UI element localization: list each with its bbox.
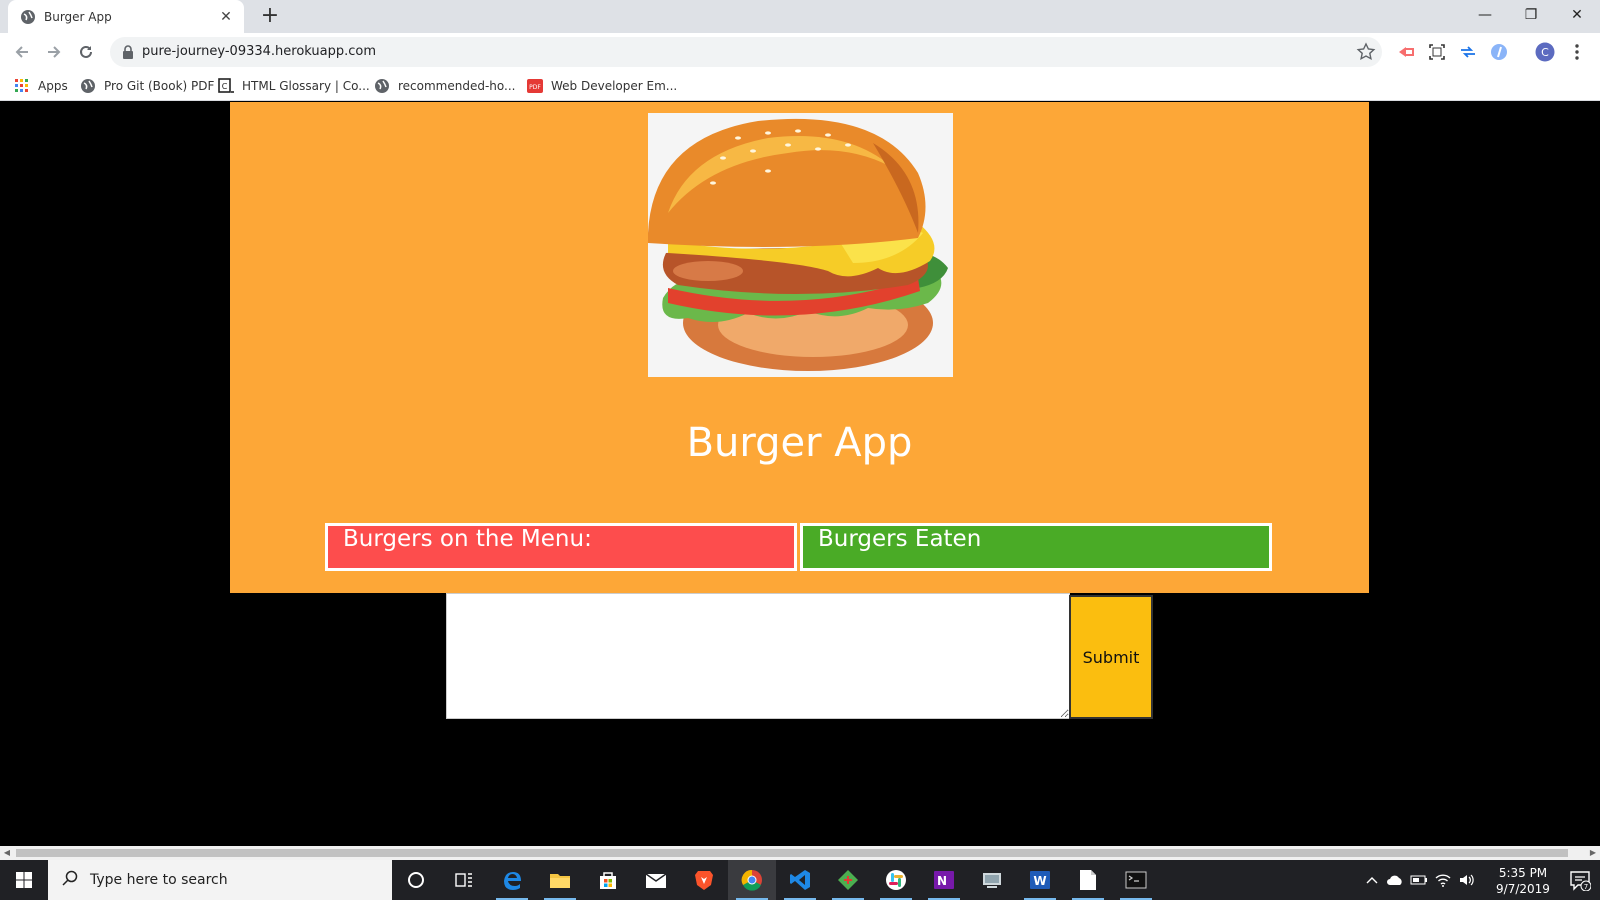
new-tab-button[interactable]: +: [258, 5, 282, 29]
bookmark-label: Pro Git (Book) PDF: [104, 79, 215, 93]
globe-icon: [374, 78, 390, 94]
vscode-icon[interactable]: [776, 860, 824, 900]
extension-circle-icon[interactable]: [1488, 41, 1510, 63]
burgers-eaten-column: Burgers Eaten: [800, 523, 1272, 571]
scroll-left-icon[interactable]: ◀: [0, 846, 14, 860]
search-icon: [62, 870, 78, 890]
clock-date: 9/7/2019: [1496, 882, 1550, 896]
transfer-icon[interactable]: [1457, 41, 1479, 63]
brave-icon[interactable]: [680, 860, 728, 900]
globe-icon: [20, 9, 36, 25]
lock-icon: [120, 44, 136, 60]
file-explorer-icon[interactable]: [536, 860, 584, 900]
burgers-menu-column: Burgers on the Menu:: [325, 523, 797, 571]
burger-name-textarea[interactable]: [446, 593, 1070, 719]
search-placeholder: Type here to search: [90, 872, 228, 888]
bookmark-label: recommended-ho...: [398, 79, 516, 93]
page-title: Burger App: [686, 420, 913, 466]
chrome-icon[interactable]: [728, 860, 776, 900]
scroll-right-icon[interactable]: ▶: [1586, 846, 1600, 860]
bookmark-apps[interactable]: Apps: [14, 77, 68, 95]
header-jumbotron: Burger App Burgers on the Menu: Burgers …: [230, 102, 1369, 593]
burger-image: [648, 113, 953, 377]
wifi-icon[interactable]: [1432, 860, 1454, 900]
submit-button[interactable]: Submit: [1069, 595, 1153, 719]
clock-time: 5:35 PM: [1498, 866, 1548, 880]
notifications-icon[interactable]: 7: [1562, 860, 1598, 900]
notepad-icon[interactable]: [1064, 860, 1112, 900]
horizontal-scrollbar[interactable]: ◀ ▶: [0, 846, 1600, 860]
bookmark-star-icon[interactable]: [1356, 42, 1376, 62]
store-icon[interactable]: [584, 860, 632, 900]
bookmark-recommended[interactable]: recommended-ho...: [374, 77, 516, 95]
network-icon[interactable]: [968, 860, 1016, 900]
menu-kebab-icon[interactable]: [1566, 41, 1588, 63]
volume-icon[interactable]: [1456, 860, 1478, 900]
eaten-header: Burgers Eaten: [818, 526, 982, 552]
bookmarks-bar: Apps Pro Git (Book) PDF C HTML Glossary …: [0, 71, 1600, 101]
url-text: pure-journey-09334.herokuapp.com: [142, 44, 377, 59]
address-bar[interactable]: pure-journey-09334.herokuapp.com: [110, 37, 1382, 67]
svg-text:N: N: [937, 874, 947, 888]
onedrive-icon[interactable]: [1384, 860, 1406, 900]
bookmark-html-glossary[interactable]: C HTML Glossary | Co...: [218, 77, 370, 95]
notification-count: 7: [1584, 883, 1588, 891]
taskbar-search-box[interactable]: Type here to search: [48, 860, 392, 900]
back-icon[interactable]: [10, 40, 34, 64]
bookmark-label: Apps: [38, 79, 68, 93]
extension-icon[interactable]: [1395, 41, 1417, 63]
page-viewport: Burger App Burgers on the Menu: Burgers …: [0, 102, 1600, 846]
forward-icon[interactable]: [42, 40, 66, 64]
browser-tab[interactable]: Burger App ✕: [8, 0, 244, 33]
browser-tabstrip: Burger App ✕ + — ❐ ✕: [0, 0, 1600, 33]
system-clock[interactable]: 5:35 PM 9/7/2019: [1483, 865, 1563, 897]
close-tab-icon[interactable]: ✕: [218, 9, 234, 25]
windows-start-icon[interactable]: [0, 860, 48, 900]
git-icon[interactable]: [824, 860, 872, 900]
close-window-button[interactable]: ✕: [1554, 0, 1600, 30]
scrollbar-thumb[interactable]: [16, 849, 1568, 857]
onenote-icon[interactable]: N: [920, 860, 968, 900]
windows-taskbar: Type here to search N W 5:35 PM 9/7/2019…: [0, 860, 1600, 900]
apps-grid-icon: [14, 78, 30, 94]
svg-text:W: W: [1033, 874, 1046, 888]
menu-header: Burgers on the Menu:: [343, 526, 592, 552]
svg-text:PDF: PDF: [529, 84, 541, 91]
codecademy-icon: C: [218, 78, 234, 94]
battery-icon[interactable]: [1408, 860, 1430, 900]
show-hidden-icons[interactable]: [1362, 860, 1382, 900]
word-icon[interactable]: W: [1016, 860, 1064, 900]
bookmark-label: Web Developer Em...: [551, 79, 678, 93]
task-view-icon[interactable]: [440, 860, 488, 900]
slack-icon[interactable]: [872, 860, 920, 900]
cortana-icon[interactable]: [392, 860, 440, 900]
tab-title: Burger App: [44, 9, 112, 24]
svg-text:C: C: [1541, 46, 1549, 59]
mail-icon[interactable]: [632, 860, 680, 900]
minimize-button[interactable]: —: [1462, 0, 1508, 30]
bookmark-web-developer[interactable]: PDF Web Developer Em...: [527, 77, 677, 95]
browser-toolbar: pure-journey-09334.herokuapp.com C: [0, 33, 1600, 71]
screenshot-icon[interactable]: [1426, 41, 1448, 63]
edge-icon[interactable]: [488, 860, 536, 900]
pdf-icon: PDF: [527, 78, 543, 94]
bookmark-pro-git[interactable]: Pro Git (Book) PDF: [80, 77, 214, 95]
svg-text:C: C: [222, 82, 228, 91]
terminal-icon[interactable]: [1112, 860, 1160, 900]
restore-button[interactable]: ❐: [1508, 0, 1554, 30]
globe-icon: [80, 78, 96, 94]
reload-icon[interactable]: [74, 40, 98, 64]
profile-avatar-icon[interactable]: C: [1534, 41, 1556, 63]
bookmark-label: HTML Glossary | Co...: [242, 79, 370, 93]
